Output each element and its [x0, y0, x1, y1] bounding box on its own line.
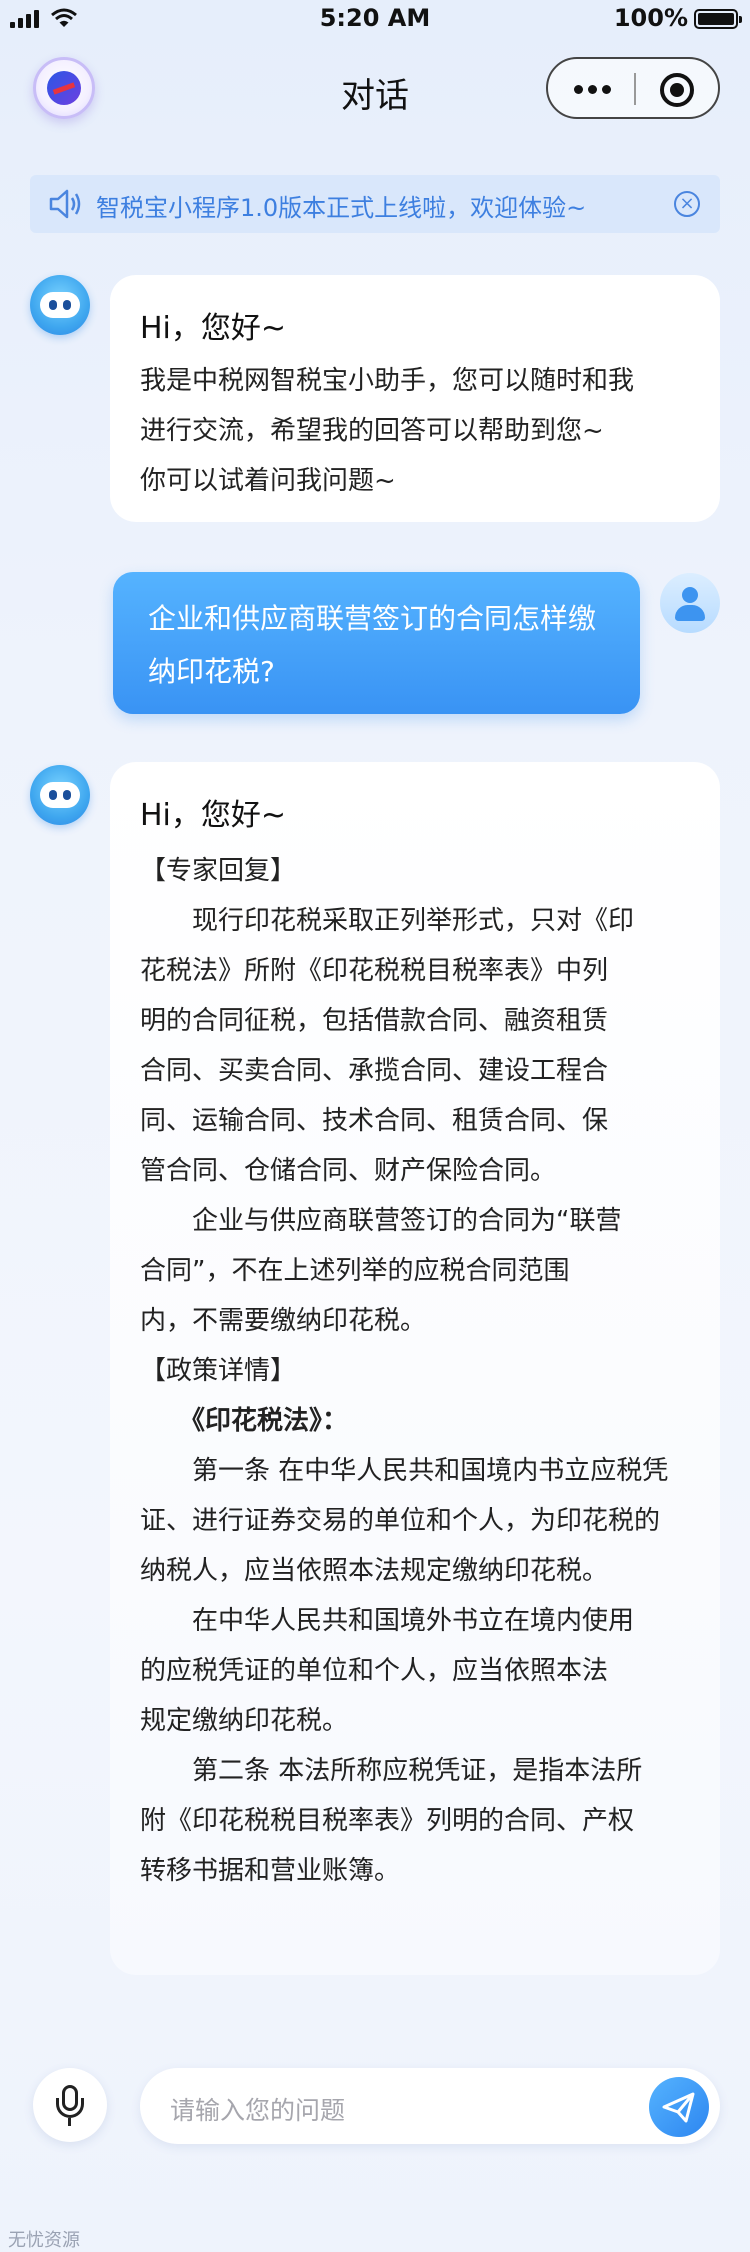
message-line: 企业和供应商联营签订的合同怎样缴 — [148, 602, 597, 635]
paper-plane-icon — [662, 2092, 695, 2123]
message-line: 我是中税网智税宝小助手，您可以随时和我 — [140, 366, 635, 396]
close-announcement-icon[interactable]: × — [674, 191, 700, 217]
miniprogram-capsule — [546, 57, 720, 119]
announcement-bar: 智税宝小程序1.0版本正式上线啦，欢迎体验~ × — [30, 175, 720, 233]
user-message-bubble: 企业和供应商联营签订的合同怎样缴 纳印花税? — [113, 572, 640, 714]
message-line: 你可以试着问我问题~ — [140, 466, 396, 496]
battery-icon — [694, 9, 742, 29]
answer-line: 合同、买卖合同、承揽合同、建设工程合 — [140, 1056, 609, 1086]
answer-line: 内，不需要缴纳印花税。 — [140, 1306, 427, 1336]
user-avatar — [660, 573, 720, 633]
answer-line: 在中华人民共和国境外书立在境内使用 — [140, 1606, 635, 1636]
answer-line: 的应税凭证的单位和个人，应当依照本法 — [140, 1656, 609, 1686]
bot-answer-bubble: Hi，您好~ 【专家回复】 现行印花税采取正列举形式，只对《印 花税法》所附《印… — [110, 762, 720, 1975]
capsule-divider — [634, 73, 636, 105]
bot-avatar — [30, 765, 90, 825]
input-placeholder: 请输入您的问题 — [170, 2096, 346, 2125]
answer-line: 附《印花税税目税率表》列明的合同、产权 — [140, 1806, 635, 1836]
answer-line: 明的合同征税，包括借款合同、融资租赁 — [140, 1006, 609, 1036]
more-options-icon[interactable] — [574, 85, 611, 94]
watermark-text: 无忧资源 — [8, 2230, 80, 2251]
microphone-button[interactable] — [33, 2068, 107, 2142]
section-heading: 【专家回复】 — [140, 856, 297, 886]
section-heading: 【政策详情】 — [140, 1356, 297, 1386]
status-bar: 5:20 AM 100% — [0, 0, 750, 40]
message-line: 纳印花税? — [148, 655, 275, 688]
answer-line: 证、进行证券交易的单位和个人，为印花税的 — [140, 1506, 661, 1536]
greeting-text: Hi，您好~ — [140, 798, 287, 833]
answer-line: 第二条 本法所称应税凭证，是指本法所 — [140, 1756, 643, 1786]
answer-line: 纳税人，应当依照本法规定缴纳印花税。 — [140, 1556, 609, 1586]
close-miniprogram-icon[interactable] — [660, 73, 694, 107]
send-button[interactable] — [649, 2077, 709, 2137]
message-line: 进行交流，希望我的回答可以帮助到您~ — [140, 416, 604, 446]
answer-line: 合同”，不在上述列举的应税合同范围 — [140, 1256, 570, 1286]
bot-avatar — [30, 275, 90, 335]
battery-percent: 100% — [613, 4, 688, 32]
answer-line: 花税法》所附《印花税税目税率表》中列 — [140, 956, 609, 986]
answer-line: 现行印花税采取正列举形式，只对《印 — [140, 906, 635, 936]
speaker-icon — [49, 189, 81, 219]
question-input[interactable]: 请输入您的问题 — [140, 2068, 720, 2144]
greeting-text: Hi，您好~ — [140, 311, 287, 346]
answer-line: 第一条 在中华人民共和国境内书立应税凭 — [140, 1456, 669, 1486]
law-title: 《印花税法》： — [140, 1406, 349, 1436]
answer-line: 企业与供应商联营签订的合同为“联营 — [140, 1206, 622, 1236]
answer-line: 规定缴纳印花税。 — [140, 1706, 349, 1736]
answer-line: 管合同、仓储合同、财产保险合同。 — [140, 1156, 557, 1186]
bot-message-bubble: Hi，您好~ 我是中税网智税宝小助手，您可以随时和我 进行交流，希望我的回答可以… — [110, 275, 720, 522]
announcement-text: 智税宝小程序1.0版本正式上线啦，欢迎体验~ — [96, 194, 587, 222]
answer-line: 同、运输合同、技术合同、租赁合同、保 — [140, 1106, 609, 1136]
answer-line: 转移书据和营业账簿。 — [140, 1856, 401, 1886]
